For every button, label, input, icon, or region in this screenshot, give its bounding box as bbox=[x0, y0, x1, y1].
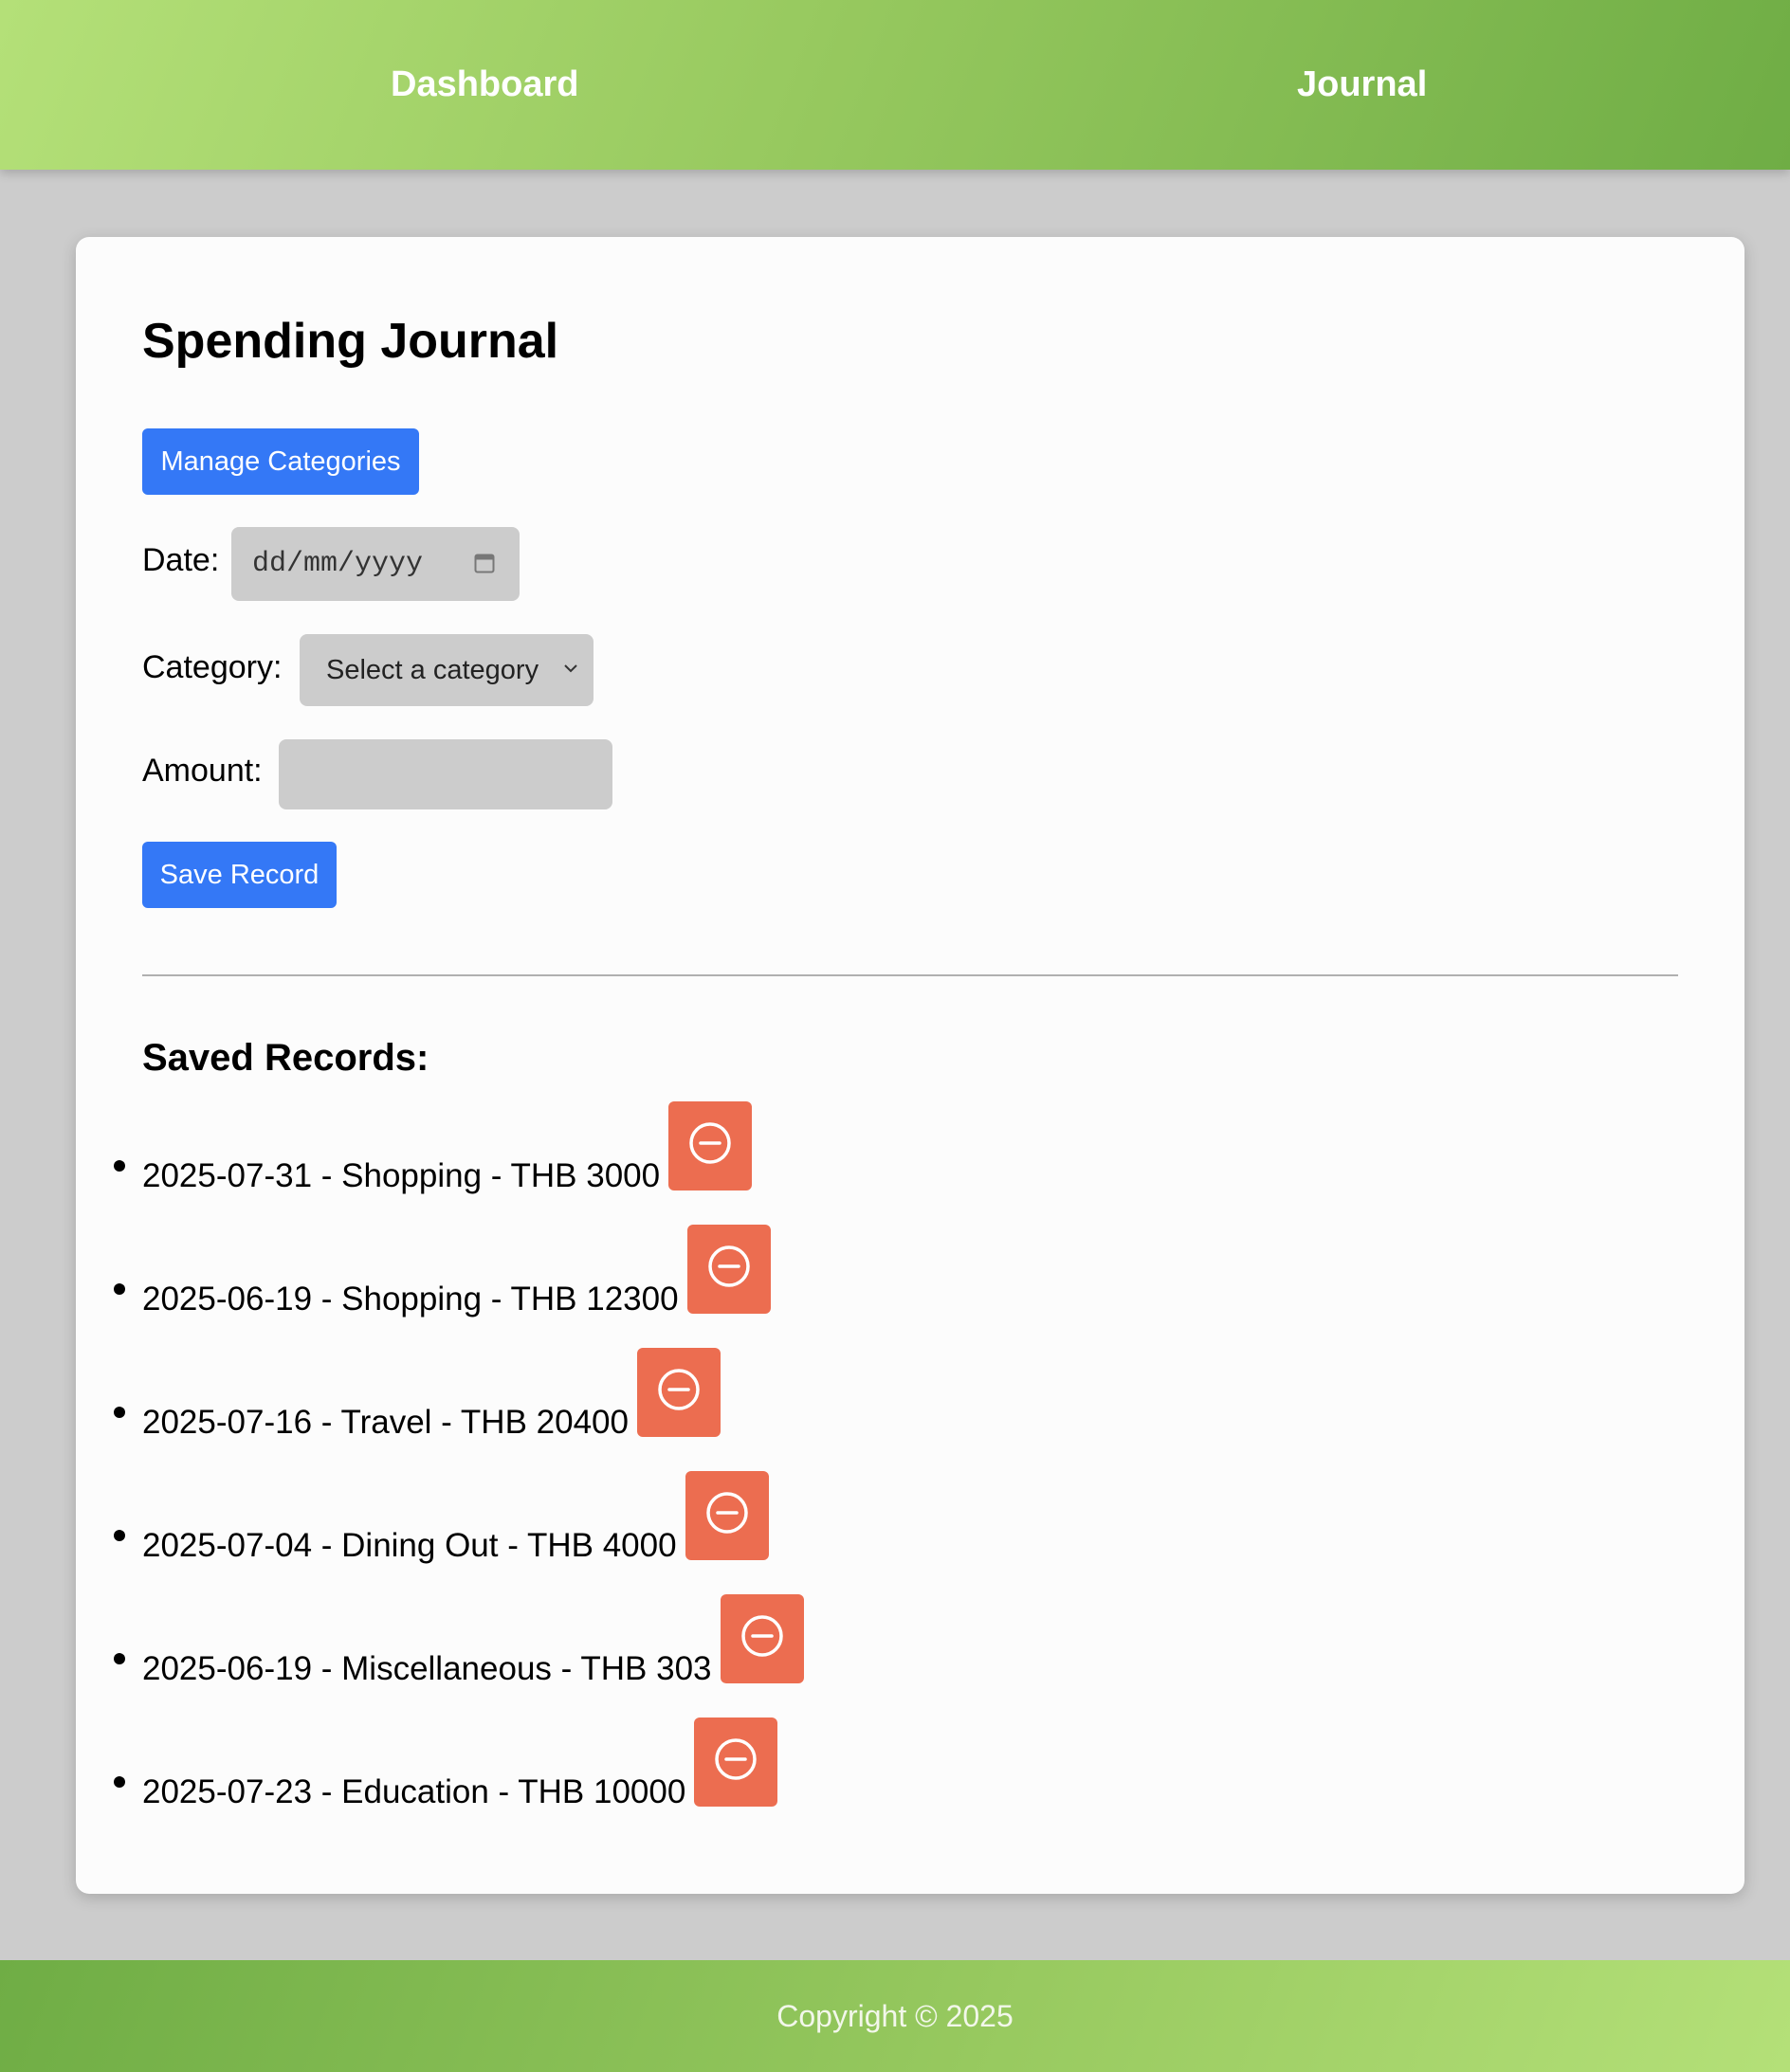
date-label: Date: bbox=[142, 542, 220, 578]
delete-record-button[interactable] bbox=[636, 1348, 721, 1437]
delete-record-button[interactable] bbox=[685, 1471, 769, 1560]
minus-circle-icon bbox=[658, 1369, 700, 1410]
section-divider bbox=[142, 974, 1678, 976]
record-text: 2025-06-19 - Miscellaneous - THB 303 bbox=[142, 1650, 712, 1687]
bullet bbox=[114, 1160, 125, 1172]
minus-circle-icon bbox=[705, 1492, 748, 1534]
saved-records-title: Saved Records: bbox=[142, 1037, 429, 1079]
record-text: 2025-07-31 - Shopping - THB 3000 bbox=[142, 1157, 661, 1194]
list-item: 2025-06-19 - Miscellaneous - THB 303 bbox=[76, 1594, 1688, 1718]
list-item: 2025-07-16 - Travel - THB 20400 bbox=[76, 1348, 1688, 1471]
nav-link-journal[interactable]: Journal bbox=[1297, 0, 1427, 170]
bullet bbox=[114, 1283, 125, 1295]
chevron-down-icon bbox=[564, 664, 577, 673]
minus-circle-icon bbox=[715, 1738, 758, 1780]
delete-record-button[interactable] bbox=[694, 1718, 778, 1807]
category-select[interactable]: Select a category bbox=[300, 634, 594, 706]
manage-categories-button[interactable]: Manage Categories bbox=[142, 428, 419, 495]
category-selected-value: Select a category bbox=[326, 655, 539, 685]
bullet bbox=[114, 1653, 125, 1664]
calendar-icon[interactable] bbox=[474, 552, 495, 574]
list-item: 2025-07-04 - Dining Out - THB 4000 bbox=[76, 1471, 1688, 1594]
date-placeholder: dd/mm/yyyy bbox=[252, 548, 424, 580]
delete-record-button[interactable] bbox=[668, 1101, 753, 1190]
minus-circle-icon bbox=[707, 1245, 750, 1287]
minus-circle-icon bbox=[740, 1615, 783, 1657]
amount-input[interactable] bbox=[279, 739, 612, 809]
bullet bbox=[114, 1407, 125, 1418]
record-text: 2025-07-04 - Dining Out - THB 4000 bbox=[142, 1527, 677, 1564]
delete-record-button[interactable] bbox=[686, 1225, 771, 1314]
journal-card: Spending Journal Manage Categories Date:… bbox=[76, 237, 1744, 1894]
date-input[interactable]: dd/mm/yyyy bbox=[231, 527, 520, 601]
minus-circle-icon bbox=[689, 1122, 731, 1164]
footer: Copyright © 2025 bbox=[0, 1960, 1790, 2072]
save-record-button[interactable]: Save Record bbox=[142, 842, 337, 908]
bullet bbox=[114, 1776, 125, 1788]
record-text: 2025-07-16 - Travel - THB 20400 bbox=[142, 1404, 629, 1441]
record-text: 2025-07-23 - Education - THB 10000 bbox=[142, 1773, 686, 1810]
top-navigation: Dashboard Journal bbox=[0, 0, 1790, 170]
category-label: Category: bbox=[142, 649, 283, 685]
copyright-text: Copyright © 2025 bbox=[776, 1999, 1014, 2033]
amount-label: Amount: bbox=[142, 753, 263, 789]
records-list: 2025-07-31 - Shopping - THB 3000 2025-06… bbox=[76, 1101, 1688, 1841]
record-text: 2025-06-19 - Shopping - THB 12300 bbox=[142, 1281, 679, 1318]
page-title: Spending Journal bbox=[142, 314, 559, 369]
list-item: 2025-07-31 - Shopping - THB 3000 bbox=[76, 1101, 1688, 1225]
list-item: 2025-07-23 - Education - THB 10000 bbox=[76, 1718, 1688, 1841]
delete-record-button[interactable] bbox=[720, 1594, 804, 1683]
bullet bbox=[114, 1530, 125, 1541]
nav-link-dashboard[interactable]: Dashboard bbox=[391, 0, 578, 170]
list-item: 2025-06-19 - Shopping - THB 12300 bbox=[76, 1225, 1688, 1348]
